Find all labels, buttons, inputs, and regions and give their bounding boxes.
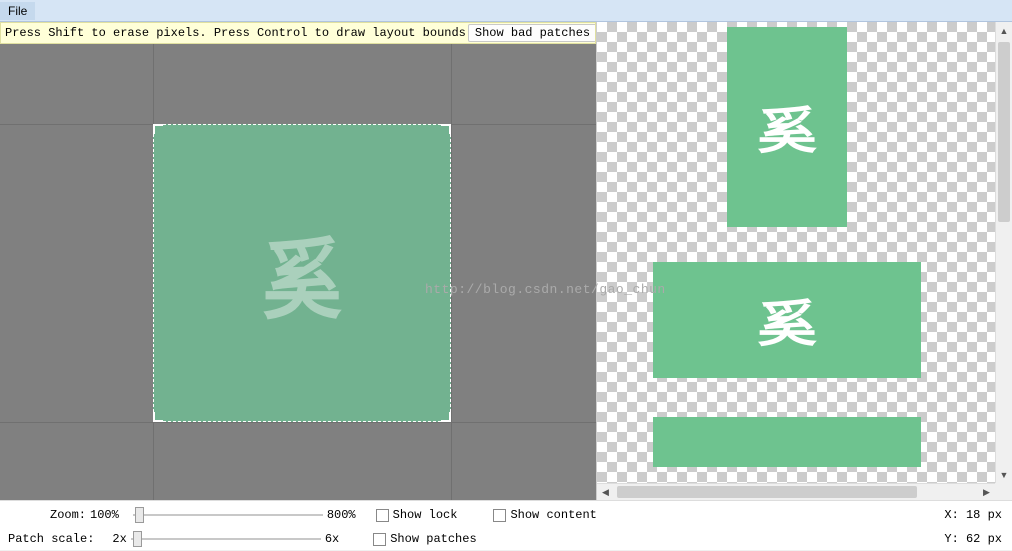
show-lock-label: Show lock <box>393 508 458 522</box>
patch-scale-slider-thumb[interactable] <box>133 531 142 547</box>
corner-handle-tl[interactable] <box>153 124 163 134</box>
zoom-max: 800% <box>327 508 356 522</box>
vertical-scrollbar[interactable]: ▲ ▼ <box>995 22 1012 483</box>
preview-scroll-area: 奚 奚 ▲ ▼ ◀ ▶ <box>597 22 1012 500</box>
x-coordinate: X: 18 px <box>944 508 1002 522</box>
scroll-thumb-v[interactable] <box>998 42 1010 222</box>
patch-scale-min: 2x <box>112 532 126 546</box>
left-panel: Press Shift to erase pixels. Press Contr… <box>0 22 596 500</box>
menu-file[interactable]: File <box>0 2 35 20</box>
checker-background: 奚 奚 <box>597 22 995 483</box>
show-content-checkbox[interactable]: Show content <box>493 508 596 522</box>
corner-handle-tr[interactable] <box>441 124 451 134</box>
patch-scale-slider[interactable] <box>131 531 321 547</box>
preview-tall: 奚 <box>727 27 847 227</box>
preview-panel: 奚 奚 ▲ ▼ ◀ ▶ <box>596 22 1012 500</box>
show-bad-patches-button[interactable]: Show bad patches <box>468 24 596 42</box>
horizontal-scrollbar[interactable]: ◀ ▶ <box>597 483 995 500</box>
y-coordinate: Y: 62 px <box>944 532 1002 546</box>
guide-line <box>0 422 596 423</box>
scroll-left-icon[interactable]: ◀ <box>597 484 614 500</box>
hint-text: Press Shift to erase pixels. Press Contr… <box>5 26 466 40</box>
checkbox-icon <box>376 509 389 522</box>
editor-canvas[interactable]: 奚 <box>0 44 596 500</box>
corner-handle-br[interactable] <box>441 412 451 422</box>
preview-wide: 奚 <box>653 262 921 378</box>
nine-patch-content[interactable]: 奚 <box>153 124 451 422</box>
patch-glyph: 奚 <box>262 209 342 337</box>
patch-scale-label: Patch scale: <box>8 532 94 546</box>
show-patches-checkbox[interactable]: Show patches <box>373 532 476 546</box>
guide-line <box>451 44 452 500</box>
bottom-toolbar: Zoom: 100% 800% Show lock Show content X… <box>0 500 1012 550</box>
scroll-right-icon[interactable]: ▶ <box>978 484 995 500</box>
scroll-corner <box>995 483 1012 500</box>
zoom-value: 100% <box>90 508 119 522</box>
show-patches-label: Show patches <box>390 532 476 546</box>
zoom-label: Zoom: <box>50 508 86 522</box>
patch-scale-max: 6x <box>325 532 339 546</box>
preview-short <box>653 417 921 467</box>
checkbox-icon <box>373 533 386 546</box>
scroll-up-icon[interactable]: ▲ <box>996 22 1012 39</box>
show-lock-checkbox[interactable]: Show lock <box>376 508 458 522</box>
checkbox-icon <box>493 509 506 522</box>
scroll-down-icon[interactable]: ▼ <box>996 466 1012 483</box>
preview-glyph: 奚 <box>757 91 817 163</box>
hint-bar: Press Shift to erase pixels. Press Contr… <box>0 22 596 44</box>
menu-bar: File <box>0 0 1012 22</box>
main-area: Press Shift to erase pixels. Press Contr… <box>0 22 1012 500</box>
preview-glyph: 奚 <box>757 284 817 356</box>
zoom-slider[interactable] <box>133 507 323 523</box>
corner-handle-bl[interactable] <box>153 412 163 422</box>
scroll-thumb-h[interactable] <box>617 486 917 498</box>
show-content-label: Show content <box>510 508 596 522</box>
zoom-slider-thumb[interactable] <box>135 507 144 523</box>
